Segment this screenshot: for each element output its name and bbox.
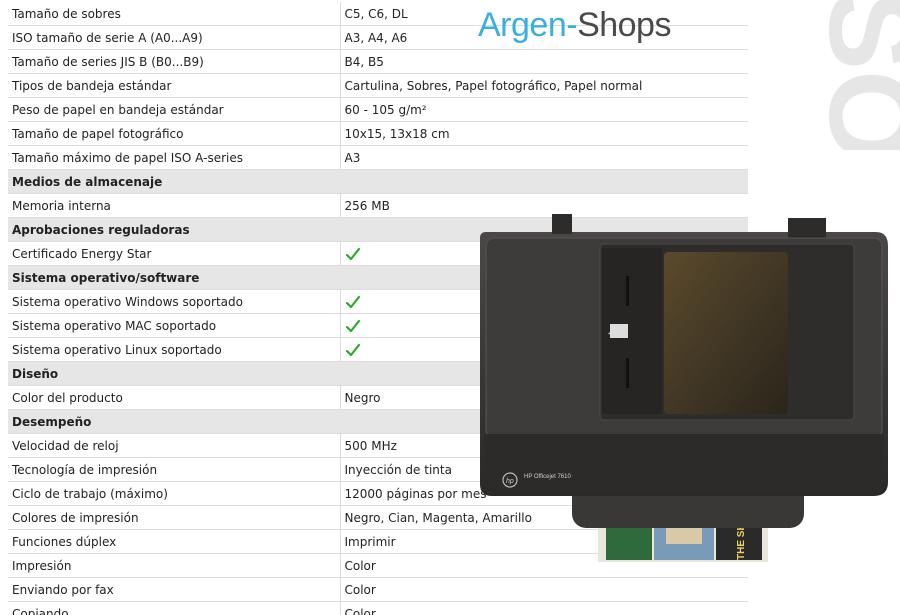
spec-label: Sistema operativo MAC soportado (8, 313, 340, 338)
spec-label: Sistema operativo Linux soportado (8, 337, 340, 362)
spec-row: Tamaño de series JIS B (B0...B9) B4, B5 (8, 49, 748, 74)
spec-label: Color del producto (8, 385, 340, 410)
spec-value: A3 (339, 145, 748, 170)
spec-row: Tamaño de papel fotográfico 10x15, 13x18 … (8, 121, 748, 146)
spec-label: Certificado Energy Star (8, 241, 340, 266)
spec-row: Enviando por fax Color (8, 577, 748, 602)
spec-label: Funciones dúplex (8, 529, 340, 554)
spec-label: Velocidad de reloj (8, 433, 340, 458)
spec-row: Tipos de bandeja estándar Cartulina, Sobr… (8, 73, 748, 98)
spec-label: Ciclo de trabajo (máximo) (8, 481, 340, 506)
spec-label: Tamaño de series JIS B (B0...B9) (8, 49, 340, 74)
section-header: Medios de almacenaje (8, 169, 748, 194)
spec-label: Tamaño máximo de papel ISO A-series (8, 145, 340, 170)
section-title: Medios de almacenaje (8, 169, 748, 194)
checkmark-icon (345, 246, 361, 262)
spec-label: Copiando (8, 601, 340, 615)
spec-label: Colores de impresión (8, 505, 340, 530)
spec-value: B4, B5 (339, 49, 748, 74)
spec-label: Sistema operativo Windows soportado (8, 289, 340, 314)
brand-logo-part1: Argen- (478, 6, 578, 44)
printer-label: HP Officejet 7610 (524, 474, 571, 480)
spec-value: Color (339, 577, 748, 602)
checkmark-icon (345, 318, 361, 334)
spec-value: Cartulina, Sobres, Papel fotográfico, Pa… (339, 73, 748, 98)
checkmark-icon (345, 294, 361, 310)
svg-text:◂: ◂ (608, 328, 613, 339)
spec-label: Memoria interna (8, 193, 340, 218)
spec-row: Tamaño máximo de papel ISO A-series A3 (8, 145, 748, 170)
spec-value: Color (339, 601, 748, 615)
spec-label: Impresión (8, 553, 340, 578)
spec-label: Tamaño de papel fotográfico (8, 121, 340, 146)
spec-label: ISO tamaño de serie A (A0...A9) (8, 25, 340, 50)
checkmark-icon (345, 342, 361, 358)
spec-label: Peso de papel en bandeja estándar (8, 97, 340, 122)
spec-label: Enviando por fax (8, 577, 340, 602)
brand-logo: Argen-Shops (478, 6, 671, 50)
spec-page: SO Tamaño de sobres C5, C6, DL ISO tamaño … (0, 0, 900, 615)
spec-label: Tecnología de impresión (8, 457, 340, 482)
brand-logo-part2: Shops (577, 6, 671, 44)
spec-value: 10x15, 13x18 cm (339, 121, 748, 146)
spec-label: Tipos de bandeja estándar (8, 73, 340, 98)
watermark-text: SO (804, 0, 900, 150)
printer-photo: THE SHORE LINE FASHION ◂ hp HP Officejet… (480, 214, 888, 562)
spec-row: Peso de papel en bandeja estándar 60 - 10… (8, 97, 748, 122)
spec-value: 60 - 105 g/m² (339, 97, 748, 122)
printer-logo: hp (506, 478, 514, 485)
spec-row: Copiando Color (8, 601, 748, 615)
spec-label: Tamaño de sobres (8, 2, 340, 26)
